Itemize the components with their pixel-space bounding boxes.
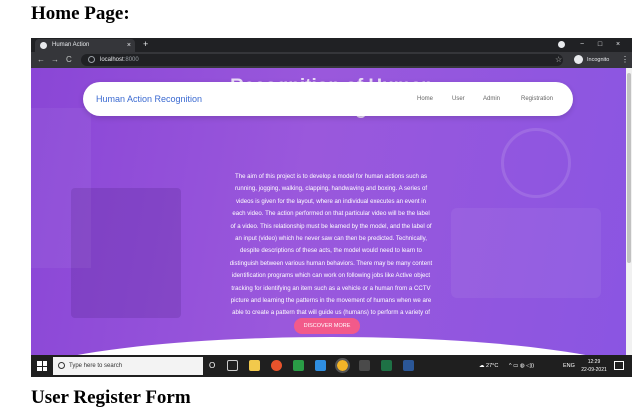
page-viewport: Recognition of Human Action Recognition … [31, 68, 632, 355]
chrome-toolbar: ← → C localhost:8000 ☆ Incognito ⋮ [31, 52, 632, 68]
hero-description: The aim of this project is to develop a … [207, 171, 455, 332]
back-button[interactable]: ← [37, 52, 45, 68]
page-scrollbar[interactable] [626, 68, 632, 355]
hero-line: identification programs which can work o… [231, 272, 431, 280]
incognito-label: Incognito [587, 57, 610, 63]
discover-more-button[interactable]: DISCOVER MORE [294, 318, 360, 334]
nav-admin[interactable]: Admin [483, 82, 500, 116]
hero-line: each video. The action performed on that… [232, 210, 430, 218]
background-object [501, 128, 571, 198]
nav-registration[interactable]: Registration [521, 82, 553, 116]
weather-temp: 27°C [486, 363, 499, 369]
background-object [451, 208, 601, 298]
excel-icon[interactable] [381, 360, 392, 371]
clock-time: 12:29 [587, 359, 601, 365]
hero-line: distinguish between various human behavi… [229, 259, 433, 267]
nav-home[interactable]: Home [417, 82, 433, 116]
reload-button[interactable]: C [66, 52, 72, 68]
clock-date: 22-09-2021 [581, 367, 607, 373]
site-brand[interactable]: Human Action Recognition [96, 82, 202, 116]
windows-taskbar: Type here to search O ☁ 27°C ^ ▭ ◍ ◁)) E… [31, 355, 632, 377]
site-navbar: Human Action Recognition Home User Admin… [83, 82, 573, 116]
info-icon[interactable] [88, 56, 95, 63]
taskbar-clock[interactable]: 12:29 22-09-2021 [579, 358, 609, 374]
app-icon-green[interactable] [293, 360, 304, 371]
hero-line: picture and learning the patterns in the… [230, 297, 432, 305]
browser-menu-icon[interactable]: ⋮ [621, 52, 629, 68]
home-page-heading: Home Page: [31, 3, 130, 24]
tab-close-icon[interactable]: × [127, 39, 131, 52]
url-host: localhost [100, 57, 124, 63]
scrollbar-thumb[interactable] [627, 73, 631, 263]
hero-line: of a video. This relationship must be le… [230, 222, 432, 230]
browser-screenshot: Human Action × + − □ × ← → C localhost:8… [31, 38, 632, 377]
hero-line: running, jogging, walking, clapping, han… [234, 185, 428, 193]
chrome-tab-strip: Human Action × + − □ × [31, 38, 632, 52]
app-icon-gray[interactable] [359, 360, 370, 371]
tab-human-action[interactable]: Human Action × [35, 39, 135, 52]
vscode-icon[interactable] [315, 360, 326, 371]
system-tray-icons[interactable]: ^ ▭ ◍ ◁)) [509, 355, 534, 377]
incognito-dot-icon [558, 41, 565, 48]
taskbar-search-input[interactable]: Type here to search [53, 357, 203, 375]
maximize-button[interactable]: □ [593, 38, 607, 51]
minimize-button[interactable]: − [575, 38, 589, 51]
hero-line: an input (video) which he never saw can … [235, 235, 427, 243]
tab-title: Human Action [52, 42, 90, 48]
hero-wave-divider [31, 337, 632, 355]
notification-icon[interactable] [614, 361, 624, 370]
user-register-heading: User Register Form [31, 387, 191, 408]
globe-icon [40, 42, 47, 49]
hero-line: videos is given for the layout, where an… [235, 197, 427, 205]
hero-line: tracking for identifying an item such as… [231, 284, 431, 292]
widgets-icon[interactable] [227, 360, 238, 371]
word-icon[interactable] [403, 360, 414, 371]
app-icon-red[interactable] [271, 360, 282, 371]
address-bar[interactable]: localhost:8000 [81, 54, 563, 66]
cloud-icon: ☁ [479, 363, 487, 369]
search-icon [58, 362, 65, 369]
background-object [31, 108, 91, 268]
incognito-icon[interactable] [574, 55, 583, 64]
chrome-icon[interactable] [335, 358, 350, 373]
task-view-icon[interactable]: O [209, 355, 215, 377]
search-placeholder: Type here to search [69, 363, 123, 369]
url-port: :8000 [123, 57, 139, 63]
hero-line: The aim of this project is to develop a … [234, 173, 428, 180]
close-window-button[interactable]: × [611, 38, 625, 51]
bookmark-star-icon[interactable]: ☆ [555, 52, 562, 68]
weather-widget[interactable]: ☁ 27°C [479, 355, 498, 377]
hero-line: despite descriptions of these acts, the … [240, 247, 422, 255]
windows-start-icon[interactable] [37, 361, 47, 371]
language-indicator[interactable]: ENG [563, 355, 575, 377]
new-tab-button[interactable]: + [143, 38, 148, 51]
forward-button[interactable]: → [51, 52, 59, 68]
file-explorer-icon[interactable] [249, 360, 260, 371]
url-text: localhost:8000 [100, 54, 139, 66]
nav-user[interactable]: User [452, 82, 465, 116]
